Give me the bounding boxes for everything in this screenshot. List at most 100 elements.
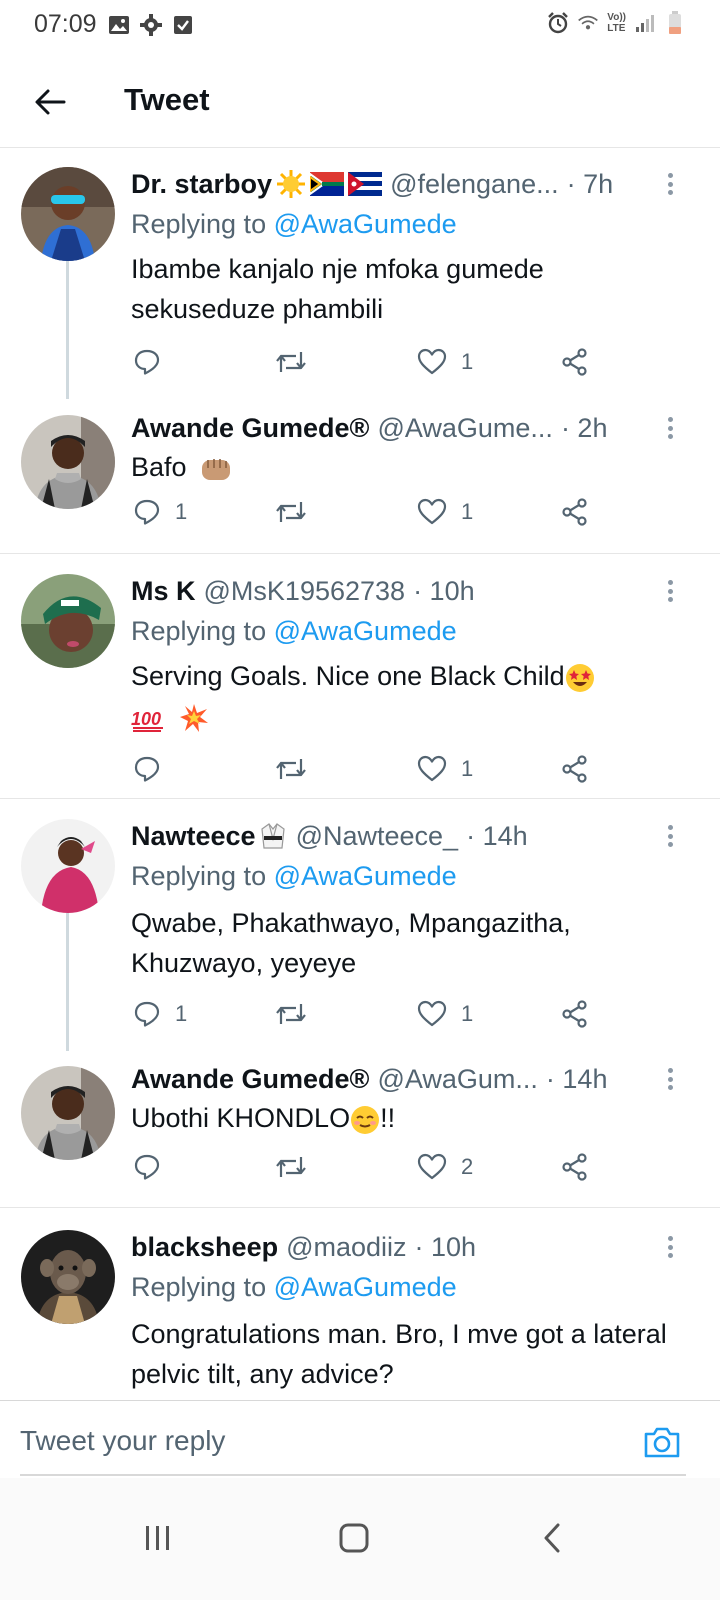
avatar[interactable] bbox=[21, 415, 115, 509]
replying-to-mention[interactable]: @AwaGumede bbox=[274, 1272, 457, 1302]
tweet-text-body: Ubothi KHONDLO bbox=[131, 1103, 351, 1133]
signal-icon bbox=[634, 12, 656, 34]
like-button[interactable]: 1 bbox=[417, 495, 473, 529]
replying-to-mention[interactable]: @AwaGumede bbox=[274, 616, 457, 646]
retweet-button[interactable] bbox=[275, 495, 321, 529]
retweet-icon bbox=[276, 1157, 306, 1177]
cuba-flag-emoji-icon bbox=[348, 169, 383, 199]
volte-bottom-label: LTE bbox=[607, 23, 626, 34]
like-count: 1 bbox=[461, 756, 474, 781]
share-button[interactable] bbox=[561, 752, 589, 786]
author-handle[interactable]: @MsK19562738 bbox=[204, 576, 406, 607]
like-button[interactable]: 1 bbox=[417, 345, 473, 379]
avatar[interactable] bbox=[21, 819, 115, 913]
replying-to: Replying to @AwaGumede bbox=[131, 1272, 457, 1303]
tweet-header: Awande Gumede® @AwaGume... · 2h bbox=[131, 411, 656, 445]
reply-button[interactable]: 1 bbox=[133, 997, 187, 1031]
retweet-button[interactable] bbox=[275, 752, 321, 786]
battery-icon bbox=[664, 11, 686, 34]
avatar[interactable] bbox=[21, 1066, 115, 1160]
tweet[interactable]: Awande Gumede® @AwaGum... · 14h Ubothi K… bbox=[0, 1044, 720, 1208]
reply-icon bbox=[134, 756, 160, 782]
like-button[interactable]: 1 bbox=[417, 752, 473, 786]
app-header: Tweet bbox=[0, 60, 720, 148]
retweet-icon bbox=[276, 352, 306, 372]
status-time: 07:09 bbox=[34, 10, 97, 38]
share-button[interactable] bbox=[561, 345, 589, 379]
reply-underline bbox=[20, 1474, 686, 1476]
author-handle[interactable]: @Nawteece_ bbox=[296, 821, 459, 852]
share-icon bbox=[562, 1153, 587, 1181]
home-button[interactable] bbox=[324, 1508, 384, 1568]
page-title: Tweet bbox=[124, 82, 210, 117]
author-handle[interactable]: @AwaGume... bbox=[377, 413, 552, 444]
author-name[interactable]: blacksheep bbox=[131, 1232, 278, 1263]
replying-to: Replying to @AwaGumede bbox=[131, 861, 457, 892]
author-name[interactable]: Nawteece bbox=[131, 821, 256, 852]
tweet[interactable]: blacksheep @maodiiz · 10h Replying to @A… bbox=[0, 1208, 720, 1398]
more-options-button[interactable] bbox=[658, 576, 682, 606]
tweet[interactable]: Nawteece @Nawteece_ · 14h Replying to @A… bbox=[0, 799, 720, 1051]
retweet-button[interactable] bbox=[275, 997, 321, 1031]
back-button[interactable] bbox=[28, 80, 72, 124]
recent-apps-icon bbox=[146, 1526, 169, 1550]
system-nav-bar bbox=[0, 1478, 720, 1600]
author-name[interactable]: Awande Gumede® bbox=[131, 1064, 369, 1095]
share-button[interactable] bbox=[561, 997, 589, 1031]
reply-input[interactable] bbox=[20, 1413, 620, 1469]
heart-icon bbox=[417, 498, 447, 525]
share-icon bbox=[562, 348, 587, 376]
author-name[interactable]: Ms K bbox=[131, 576, 196, 607]
status-left-icons bbox=[108, 14, 194, 36]
more-options-button[interactable] bbox=[658, 821, 682, 851]
like-button[interactable]: 2 bbox=[417, 1150, 473, 1184]
tweet-time: · 14h bbox=[466, 820, 528, 851]
reply-count: 1 bbox=[175, 1001, 188, 1026]
avatar[interactable] bbox=[21, 574, 115, 668]
share-button[interactable] bbox=[561, 495, 589, 529]
camera-button[interactable] bbox=[642, 1425, 682, 1461]
like-button[interactable]: 1 bbox=[417, 997, 473, 1031]
replying-to-label: Replying to bbox=[131, 1272, 267, 1302]
reply-button[interactable]: 1 bbox=[133, 495, 187, 529]
south-africa-flag-emoji-icon bbox=[310, 169, 345, 199]
volte-top-label: Vo)) bbox=[607, 12, 626, 23]
recent-apps-button[interactable] bbox=[128, 1508, 188, 1568]
more-options-button[interactable] bbox=[658, 413, 682, 443]
retweet-icon bbox=[276, 759, 306, 779]
tweet-text-body: Serving Goals. Nice one Black Child bbox=[131, 661, 565, 691]
author-name[interactable]: Awande Gumede® bbox=[131, 413, 369, 444]
share-icon bbox=[562, 1000, 587, 1028]
avatar[interactable] bbox=[21, 167, 115, 261]
author-handle[interactable]: @AwaGum... bbox=[377, 1064, 537, 1095]
replying-to-label: Replying to bbox=[131, 209, 267, 239]
tweet-time: · 2h bbox=[560, 412, 608, 443]
gear-icon bbox=[140, 14, 162, 36]
tweet[interactable]: Ms K @MsK19562738 · 10h Replying to @Awa… bbox=[0, 554, 720, 799]
home-icon bbox=[339, 1523, 369, 1553]
tweet-actions: 1 1 bbox=[131, 997, 611, 1031]
replying-to-mention[interactable]: @AwaGumede bbox=[274, 861, 457, 891]
hundred-points-emoji-icon: 100 bbox=[131, 703, 167, 733]
author-handle[interactable]: @felengane... bbox=[390, 169, 559, 200]
reply-button[interactable] bbox=[133, 345, 175, 379]
replying-to-mention[interactable]: @AwaGumede bbox=[274, 209, 457, 239]
more-options-button[interactable] bbox=[658, 1232, 682, 1262]
share-button[interactable] bbox=[561, 1150, 589, 1184]
replying-to: Replying to @AwaGumede bbox=[131, 616, 457, 647]
avatar[interactable] bbox=[21, 1230, 115, 1324]
author-handle[interactable]: @maodiiz bbox=[286, 1232, 406, 1263]
share-icon bbox=[562, 755, 587, 783]
retweet-button[interactable] bbox=[275, 345, 321, 379]
tweet-text: Congratulations man. Bro, I mve got a la… bbox=[131, 1319, 667, 1389]
martial-arts-uniform-emoji-icon bbox=[258, 821, 288, 851]
reply-button[interactable] bbox=[133, 1150, 175, 1184]
author-name[interactable]: Dr. starboy bbox=[131, 169, 272, 200]
retweet-button[interactable] bbox=[275, 1150, 321, 1184]
system-back-button[interactable] bbox=[522, 1508, 582, 1568]
tweet[interactable]: Awande Gumede® @AwaGume... · 2h Bafo 1 1 bbox=[0, 393, 720, 554]
more-options-button[interactable] bbox=[658, 169, 682, 199]
reply-button[interactable] bbox=[133, 752, 175, 786]
more-options-button[interactable] bbox=[658, 1064, 682, 1094]
tweet[interactable]: Dr. starboy @felengane... · 7h Replying … bbox=[0, 149, 720, 399]
